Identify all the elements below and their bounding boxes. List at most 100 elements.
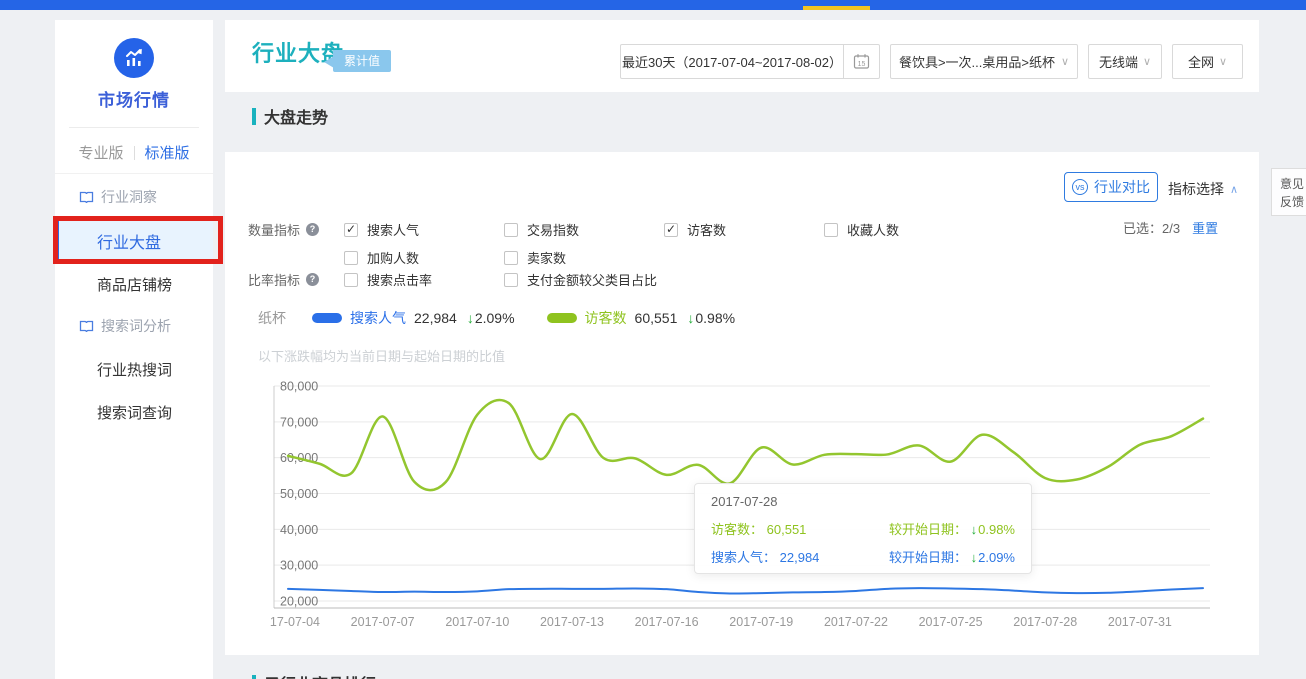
svg-text:30,000: 30,000 xyxy=(280,559,318,573)
checkbox-box xyxy=(824,223,838,237)
checkbox-box xyxy=(344,273,358,287)
section-title-next: 子行业商品排行 xyxy=(252,671,376,679)
help-icon[interactable]: ? xyxy=(306,223,319,236)
sidebar-item-label: 行业热搜词 xyxy=(97,359,172,380)
checkbox-box xyxy=(504,223,518,237)
svg-text:2017-07-10: 2017-07-10 xyxy=(445,615,509,629)
vs-icon: vs xyxy=(1072,179,1088,195)
section-title-text: 大盘走势 xyxy=(264,104,328,128)
svg-text:2017-07-25: 2017-07-25 xyxy=(919,615,983,629)
category-dropdown[interactable]: 餐饮具>一次...桌用品>纸杯 ∨ xyxy=(890,44,1078,79)
down-arrow-icon: ↓ xyxy=(971,522,978,537)
sidebar-group-search-word-analysis[interactable]: 搜索词分析 xyxy=(79,311,171,341)
legend-category: 纸杯 xyxy=(258,308,286,328)
legend-value: 22,984 xyxy=(414,310,457,326)
checkbox-label: 搜索人气 xyxy=(367,220,419,239)
ledger-icon xyxy=(79,191,94,204)
checkbox-favorite-count[interactable]: 收藏人数 xyxy=(824,220,899,239)
tab-pro-version[interactable]: 专业版 xyxy=(78,142,123,163)
sidebar-item-product-shop-ranking[interactable]: 商品店铺榜 xyxy=(97,269,172,299)
chart-legend: 纸杯 搜索人气 22,984 ↓ 2.09% 访客数 60,551 ↓ 0.98… xyxy=(258,308,767,328)
checkbox-seller-count[interactable]: 卖家数 xyxy=(504,248,566,267)
checkbox-visitor-count[interactable]: 访客数 xyxy=(664,220,726,239)
tooltip-row-search: 搜索人气： 22,984 较开始日期： ↓2.09% xyxy=(711,547,1015,566)
chevron-up-icon: ∧ xyxy=(1230,183,1238,196)
scope-value: 全网 xyxy=(1188,52,1214,71)
sidebar-item-industry-dashboard[interactable]: 行业大盘 xyxy=(55,219,213,262)
svg-text:2017-07-16: 2017-07-16 xyxy=(635,615,699,629)
legend-item-search-popularity[interactable]: 搜索人气 22,984 ↓ 2.09% xyxy=(312,308,515,328)
scope-dropdown[interactable]: 全网 ∨ xyxy=(1172,44,1243,79)
down-arrow-icon: ↓ xyxy=(467,310,474,326)
industry-compare-button[interactable]: vs 行业对比 xyxy=(1064,172,1158,202)
checkbox-label: 收藏人数 xyxy=(847,220,899,239)
section-bar xyxy=(252,675,256,679)
ledger-icon xyxy=(79,320,94,333)
sidebar: 市场行情 专业版 标准版 行业洞察 行业大盘 商品店铺榜 搜索词分析 行业热搜词… xyxy=(55,20,213,679)
date-range-picker[interactable]: 最近30天（2017-07-04~2017-08-02） 15 xyxy=(620,44,880,79)
checkbox-label: 卖家数 xyxy=(527,248,566,267)
sidebar-group-industry-insight[interactable]: 行业洞察 xyxy=(79,182,157,212)
checkbox-box xyxy=(344,223,358,237)
terminal-value: 无线端 xyxy=(1099,52,1138,71)
down-arrow-icon: ↓ xyxy=(971,550,978,565)
reset-link[interactable]: 重置 xyxy=(1192,218,1218,237)
checkbox-box xyxy=(504,273,518,287)
svg-text:2017-07-28: 2017-07-28 xyxy=(1013,615,1077,629)
svg-text:2017-07-31: 2017-07-31 xyxy=(1108,615,1172,629)
legend-item-visitor-count[interactable]: 访客数 60,551 ↓ 0.98% xyxy=(547,308,736,328)
bar-chart-arrow-icon xyxy=(122,46,146,70)
category-value: 餐饮具>一次...桌用品>纸杯 xyxy=(899,52,1055,71)
section-title-text: 子行业商品排行 xyxy=(264,671,376,679)
section-bar xyxy=(252,108,256,125)
date-range-value: 最近30天（2017-07-04~2017-08-02） xyxy=(621,52,843,71)
selected-count-text: 已选：2/3 xyxy=(1123,218,1180,237)
metric-select-label: 指标选择 xyxy=(1168,179,1224,199)
svg-text:20,000: 20,000 xyxy=(280,595,318,609)
divider xyxy=(69,127,199,128)
feedback-line: 反馈 xyxy=(1280,193,1306,211)
selected-count: 已选：2/3 重置 xyxy=(1123,218,1218,237)
metric-select-toggle[interactable]: 指标选择 ∧ xyxy=(1168,179,1238,199)
calendar-button[interactable]: 15 xyxy=(843,45,879,78)
version-tabs: 专业版 标准版 xyxy=(55,142,213,163)
ratio-metric-group-label: 比率指标 ? xyxy=(248,270,319,289)
divider xyxy=(134,146,135,160)
trend-panel: vs 行业对比 指标选择 ∧ 数量指标 ? 搜索人气 交易指数 访客数 收藏人数… xyxy=(225,152,1259,655)
feedback-tab[interactable]: 意见 反馈 xyxy=(1271,168,1306,216)
sidebar-item-industry-hot-search[interactable]: 行业热搜词 xyxy=(97,354,172,384)
tab-standard-version[interactable]: 标准版 xyxy=(145,142,190,163)
checkbox-box xyxy=(664,223,678,237)
svg-text:50,000: 50,000 xyxy=(280,487,318,501)
checkbox-add-cart-count[interactable]: 加购人数 xyxy=(344,248,419,267)
svg-text:80,000: 80,000 xyxy=(280,381,318,394)
sidebar-item-label: 行业大盘 xyxy=(97,229,161,253)
checkbox-search-click-rate[interactable]: 搜索点击率 xyxy=(344,270,432,289)
market-trend-app-icon xyxy=(114,38,154,78)
legend-change: 0.98% xyxy=(695,310,735,326)
svg-text:2017-07-04: 2017-07-04 xyxy=(270,615,320,629)
legend-swatch xyxy=(312,313,342,323)
help-icon[interactable]: ? xyxy=(306,273,319,286)
checkbox-box xyxy=(504,251,518,265)
divider xyxy=(55,173,213,174)
top-nav-bar xyxy=(0,0,1306,10)
checkbox-transaction-index[interactable]: 交易指数 xyxy=(504,220,579,239)
legend-name: 访客数 xyxy=(585,308,627,328)
checkbox-payment-ratio[interactable]: 支付金额较父类目占比 xyxy=(504,270,657,289)
feedback-line: 意见 xyxy=(1280,175,1306,193)
terminal-dropdown[interactable]: 无线端 ∨ xyxy=(1088,44,1162,79)
section-title-trend: 大盘走势 xyxy=(252,104,328,128)
chevron-down-icon: ∨ xyxy=(1143,55,1151,68)
checkbox-label: 搜索点击率 xyxy=(367,270,432,289)
legend-change: 2.09% xyxy=(475,310,515,326)
svg-text:2017-07-19: 2017-07-19 xyxy=(729,615,793,629)
checkbox-box xyxy=(344,251,358,265)
chart-tooltip: 2017-07-28 访客数： 60,551 较开始日期： ↓0.98% 搜索人… xyxy=(694,483,1032,574)
cumulative-value-badge: 累计值 xyxy=(333,50,391,72)
sidebar-item-search-word-query[interactable]: 搜索词查询 xyxy=(97,397,172,427)
checkbox-search-popularity[interactable]: 搜索人气 xyxy=(344,220,419,239)
page-header: 行业大盘 累计值 最近30天（2017-07-04~2017-08-02） 15… xyxy=(225,20,1259,92)
checkbox-label: 访客数 xyxy=(687,220,726,239)
legend-swatch xyxy=(547,313,577,323)
